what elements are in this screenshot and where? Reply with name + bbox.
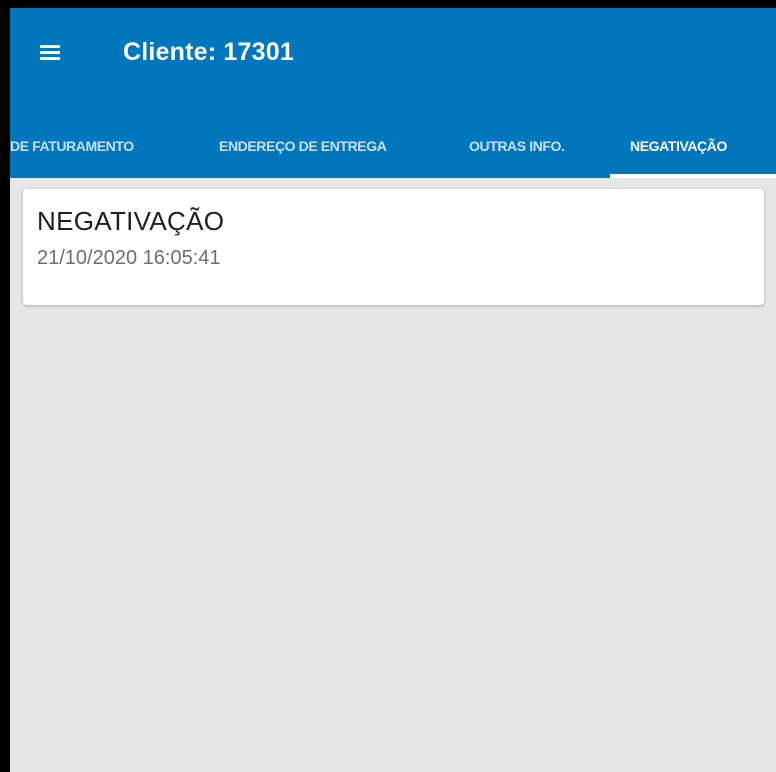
tab-label: ENDEREÇO DE ENTREGA: [219, 138, 387, 154]
card-timestamp: 21/10/2020 16:05:41: [37, 247, 221, 269]
app-bar: Cliente: 17301 DE FATURAMENTO ENDEREÇO D…: [10, 8, 776, 178]
tab-label: NEGATIVAÇÃO: [630, 138, 727, 154]
tab-label: OUTRAS INFO.: [469, 138, 565, 154]
card-title: NEGATIVAÇÃO: [37, 206, 225, 236]
tab-endereco-de-entrega[interactable]: ENDEREÇO DE ENTREGA: [206, 126, 446, 178]
toolbar: Cliente: 17301: [10, 8, 776, 88]
tab-negativacao[interactable]: NEGATIVAÇÃO: [610, 126, 776, 178]
tab-outras-info[interactable]: OUTRAS INFO.: [446, 126, 610, 178]
menu-button[interactable]: [32, 32, 72, 72]
device-screen: Cliente: 17301 DE FATURAMENTO ENDEREÇO D…: [0, 0, 776, 772]
tab-label: DE FATURAMENTO: [10, 138, 134, 154]
content-area: NEGATIVAÇÃO 21/10/2020 16:05:41: [10, 178, 776, 772]
hamburger-menu-icon: [40, 45, 60, 60]
negativacao-card[interactable]: NEGATIVAÇÃO 21/10/2020 16:05:41: [23, 189, 764, 305]
tab-de-faturamento[interactable]: DE FATURAMENTO: [10, 126, 206, 178]
page-title: Cliente: 17301: [123, 38, 294, 66]
tab-strip: DE FATURAMENTO ENDEREÇO DE ENTREGA OUTRA…: [10, 126, 776, 178]
